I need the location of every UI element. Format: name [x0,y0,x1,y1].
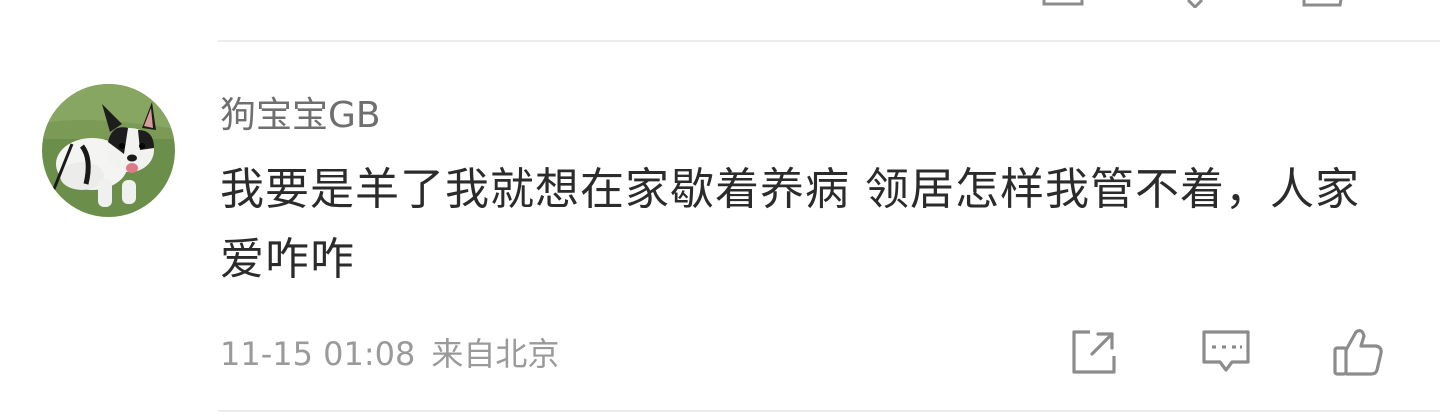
comment-text: 我要是羊了我就想在家歇着养病 领居怎样我管不着，人家爱咋咋 [220,164,1360,285]
divider [218,40,1440,42]
username[interactable]: 狗宝宝GB [220,93,381,139]
comment-meta: 11-15 01:08 来自北京 [220,332,559,376]
comment-icon [1202,330,1250,372]
comment-icon[interactable] [1172,0,1218,8]
share-icon [1072,330,1116,374]
share-icon[interactable] [1040,0,1086,8]
avatar[interactable] [42,84,175,217]
share-button[interactable] [1066,324,1122,380]
reply-button[interactable] [1198,324,1254,380]
thumbs-up-icon [1333,329,1383,376]
timestamp: 11-15 01:08 [220,335,416,373]
thumbs-up-icon[interactable] [1300,0,1346,8]
divider [218,410,1440,412]
like-button[interactable] [1330,324,1386,380]
previous-comment-actions [0,0,1440,8]
comment-list: 狗宝宝GB 我要是羊了我就想在家歇着养病 领居怎样我管不着，人家爱咋咋 11-1… [0,0,1440,417]
location: 来自北京 [431,335,560,373]
